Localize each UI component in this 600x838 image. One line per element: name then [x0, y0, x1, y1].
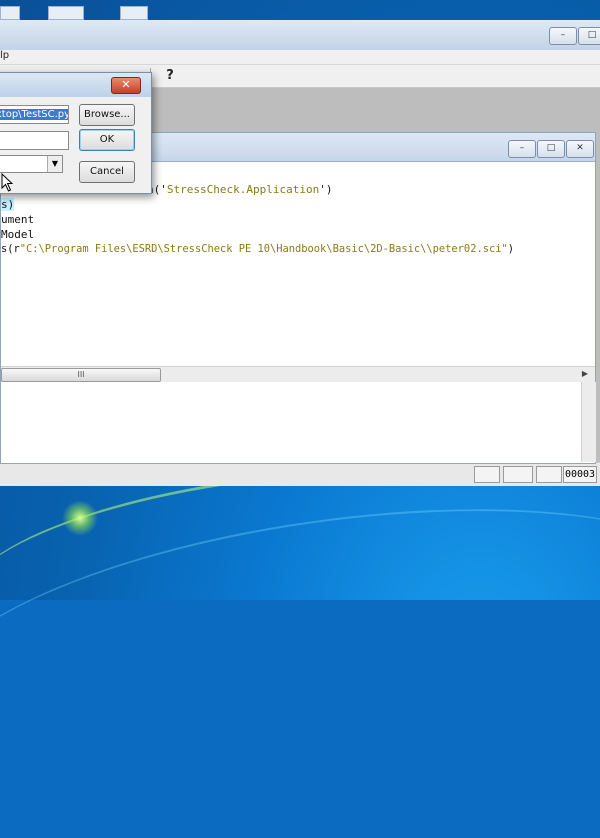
dialog-title-bar: ✕: [0, 73, 151, 97]
code-minimize-button[interactable]: –: [508, 140, 536, 158]
code-line: s(r"C:\Program Files\ESRD\StressCheck PE…: [1, 243, 514, 255]
code-line: ument: [1, 213, 34, 226]
horizontal-scrollbar[interactable]: III ▶: [1, 366, 595, 382]
menu-bar: lp: [0, 50, 600, 65]
menu-item-help[interactable]: lp: [0, 50, 9, 61]
status-panel: [536, 466, 562, 483]
selected-text: s): [1, 198, 15, 211]
mouse-cursor-icon: [1, 173, 14, 192]
desktop-icon[interactable]: [48, 6, 84, 20]
cancel-button[interactable]: Cancel: [79, 161, 135, 183]
file-path-value: ktop\TestSC.py: [0, 109, 68, 120]
code-text: '): [319, 183, 333, 196]
code-line: s): [1, 198, 15, 211]
open-file-dialog: ✕ ktop\TestSC.py Browse... OK ▼ Cancel: [0, 72, 152, 194]
close-icon: ✕: [576, 143, 584, 153]
code-text: s(r: [1, 243, 20, 255]
code-close-button[interactable]: ✕: [566, 140, 594, 158]
main-title-bar: – □: [0, 20, 600, 50]
string-literal: StressCheck.Application: [166, 183, 320, 196]
vertical-scrollbar[interactable]: [581, 382, 596, 462]
close-icon: ✕: [121, 78, 131, 91]
desktop-icon[interactable]: [120, 6, 148, 20]
option-combobox[interactable]: ▼: [0, 155, 63, 173]
status-panel: [503, 466, 533, 483]
secondary-field[interactable]: [0, 131, 69, 150]
main-minimize-button[interactable]: –: [549, 27, 577, 45]
scrollbar-thumb[interactable]: III: [1, 368, 161, 382]
code-line: h('StressCheck.Application'): [147, 183, 332, 196]
ok-button[interactable]: OK: [79, 129, 135, 151]
browse-button[interactable]: Browse...: [79, 104, 135, 126]
maximize-icon: □: [587, 30, 597, 40]
status-bar: 00003: [0, 462, 600, 486]
scroll-right-arrow-icon[interactable]: ▶: [579, 368, 591, 380]
dialog-close-button[interactable]: ✕: [111, 77, 141, 94]
maximize-icon: □: [546, 143, 556, 153]
status-panel: [474, 466, 500, 483]
code-maximize-button[interactable]: □: [537, 140, 565, 158]
desktop-top-icons: [0, 0, 600, 22]
code-text: Model: [1, 228, 35, 241]
output-pane[interactable]: [1, 382, 581, 462]
main-maximize-button[interactable]: □: [578, 27, 600, 45]
file-path-field[interactable]: ktop\TestSC.py: [0, 105, 69, 124]
minimize-icon: –: [519, 143, 525, 153]
code-line: Model: [1, 228, 34, 241]
code-text: ument: [1, 213, 35, 226]
status-panel-value: 00003: [563, 466, 597, 483]
string-literal: "C:\Program Files\ESRD\StressCheck PE 10…: [19, 243, 508, 255]
code-text: ): [507, 243, 514, 255]
minimize-icon: –: [560, 30, 566, 40]
help-icon[interactable]: ?: [162, 68, 178, 84]
dropdown-arrow-icon[interactable]: ▼: [47, 156, 62, 172]
desktop-icon[interactable]: [0, 6, 20, 20]
wallpaper-glow: [62, 500, 98, 536]
